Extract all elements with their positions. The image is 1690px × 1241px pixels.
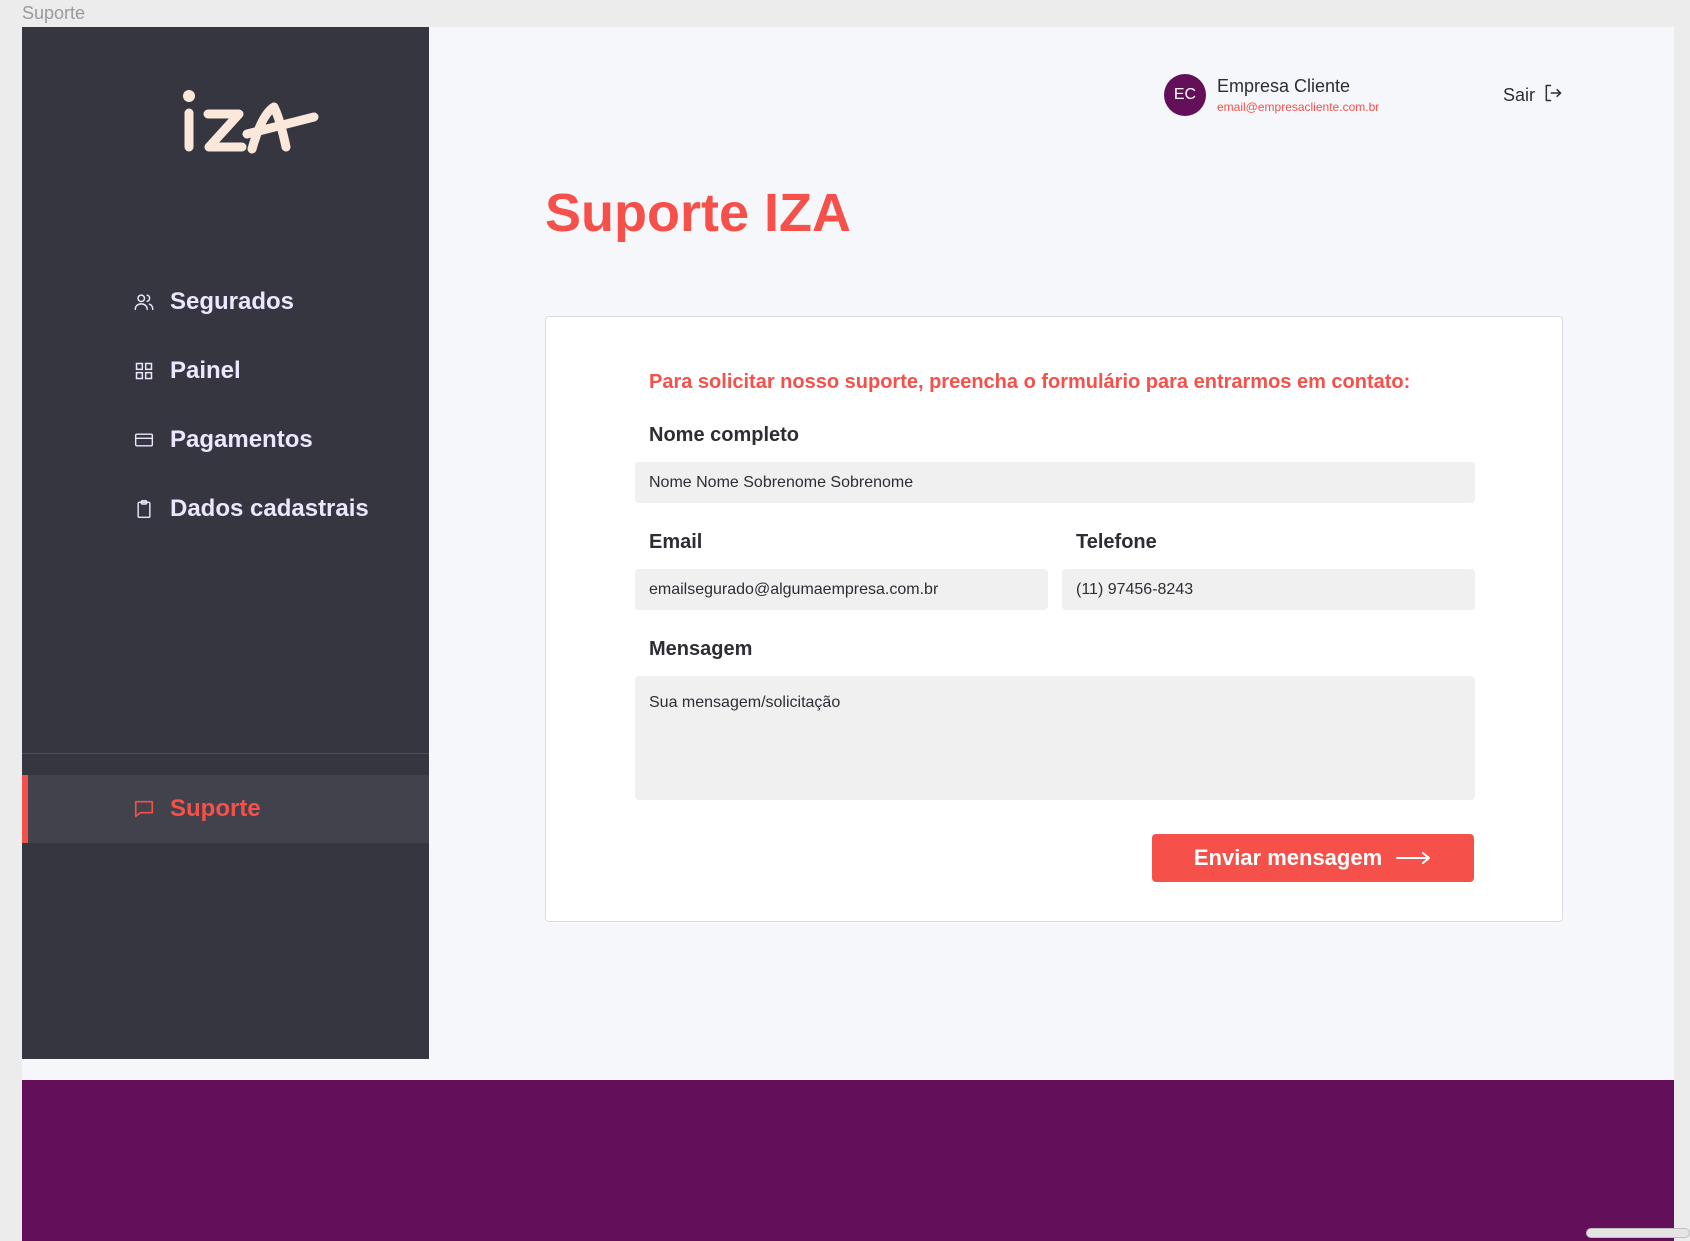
sidebar-item-label: Suporte xyxy=(170,795,261,822)
form-intro: Para solicitar nosso suporte, preencha o… xyxy=(649,371,1411,393)
sidebar-item-label: Segurados xyxy=(170,287,295,315)
phone-label: Telefone xyxy=(1076,531,1157,553)
message-label: Mensagem xyxy=(649,638,753,660)
sidebar-divider xyxy=(22,753,429,754)
user-info: Empresa Cliente email@empresacliente.com… xyxy=(1217,76,1379,114)
users-icon xyxy=(132,290,156,314)
sidebar-item-suporte[interactable]: Suporte xyxy=(22,775,429,843)
logout-button[interactable]: Sair xyxy=(1503,83,1563,108)
user-profile[interactable]: EC Empresa Cliente email@empresacliente.… xyxy=(1164,74,1379,116)
page: Segurados Painel Pagamentos Dados cadast… xyxy=(22,27,1674,1241)
email-label: Email xyxy=(649,531,703,553)
grid-icon xyxy=(132,359,156,383)
sidebar-item-label: Pagamentos xyxy=(170,425,313,453)
arrow-right-icon xyxy=(1396,850,1432,866)
phone-field[interactable]: (11) 97456-8243 xyxy=(1062,569,1475,610)
name-label: Nome completo xyxy=(649,424,800,446)
frame-label: Suporte xyxy=(22,3,86,23)
iza-logo-mark xyxy=(183,90,319,154)
sidebar: Segurados Painel Pagamentos Dados cadast… xyxy=(22,27,429,1059)
sidebar-item-dados-cadastrais[interactable]: Dados cadastrais xyxy=(22,474,429,543)
sidebar-item-label: Painel xyxy=(170,356,241,384)
logout-icon xyxy=(1543,83,1563,108)
sidebar-item-segurados[interactable]: Segurados xyxy=(22,267,429,336)
horizontal-scrollbar[interactable] xyxy=(1586,1228,1690,1238)
message-icon xyxy=(132,797,156,821)
send-message-button[interactable]: Enviar mensagem xyxy=(1152,834,1474,882)
message-textarea[interactable]: Sua mensagem/solicitação xyxy=(635,676,1475,800)
sidebar-item-label: Dados cadastrais xyxy=(170,494,369,522)
user-name: Empresa Cliente xyxy=(1217,76,1351,96)
avatar: EC xyxy=(1164,74,1206,116)
iza-logo[interactable] xyxy=(162,59,322,159)
user-email: email@empresacliente.com.br xyxy=(1217,100,1380,114)
clipboard-icon xyxy=(132,497,156,521)
sidebar-nav: Segurados Painel Pagamentos Dados cadast… xyxy=(22,267,429,543)
sidebar-item-pagamentos[interactable]: Pagamentos xyxy=(22,405,429,474)
email-field[interactable]: emailsegurado@algumaempresa.com.br xyxy=(635,569,1048,610)
sidebar-item-painel[interactable]: Painel xyxy=(22,336,429,405)
name-field[interactable]: Nome Nome Sobrenome Sobrenome xyxy=(635,462,1475,503)
support-form-card: Para solicitar nosso suporte, preencha o… xyxy=(545,316,1563,922)
page-title: Suporte IZA xyxy=(545,183,851,243)
credit-card-icon xyxy=(132,428,156,452)
footer xyxy=(22,1080,1674,1241)
logout-label: Sair xyxy=(1503,85,1536,105)
send-message-label: Enviar mensagem xyxy=(1193,845,1383,870)
